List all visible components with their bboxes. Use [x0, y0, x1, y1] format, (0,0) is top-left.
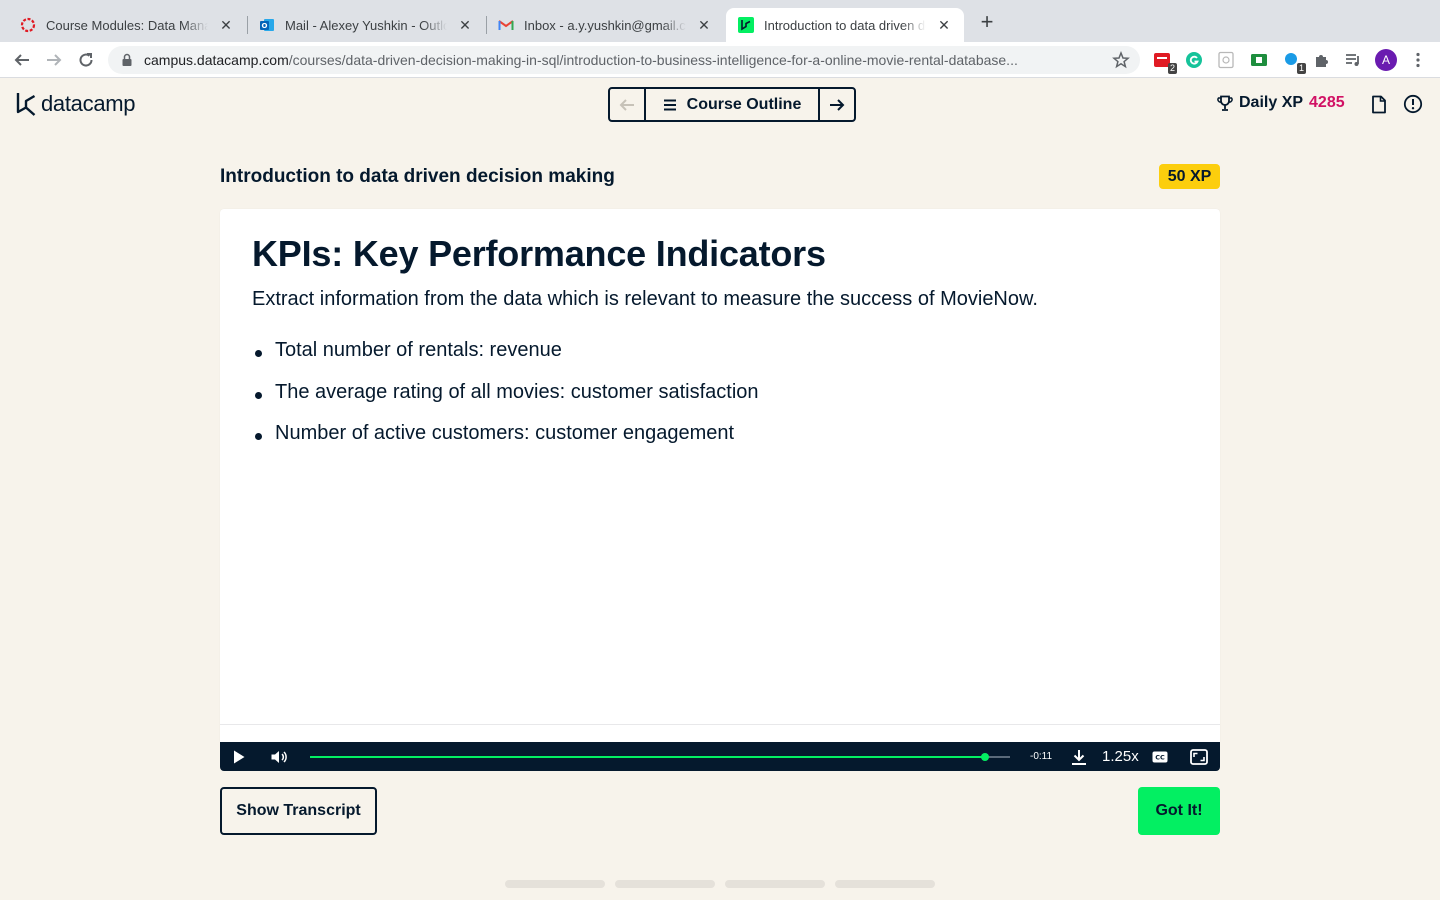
- lms-ring-icon: [20, 17, 36, 33]
- url-host: campus.datacamp.com: [144, 52, 289, 68]
- download-icon: [1072, 750, 1086, 765]
- logo-text: datacamp: [41, 91, 136, 116]
- browser-tabstrip: Course Modules: Data Manage ✕ O Mail - A…: [0, 0, 1440, 42]
- volume-icon: [271, 751, 287, 763]
- browser-tab-gmail[interactable]: Inbox - a.y.yushkin@gmail.com ✕: [486, 8, 724, 42]
- extension-sheet-icon[interactable]: [1250, 51, 1268, 69]
- hamburger-menu-icon: [663, 99, 677, 111]
- tab-title: Inbox - a.y.yushkin@gmail.com: [524, 17, 686, 33]
- arrow-left-icon: [14, 54, 29, 66]
- slide-divider: [220, 724, 1220, 725]
- datacamp-logo-icon: [16, 93, 36, 116]
- reload-button[interactable]: [74, 48, 98, 72]
- pager-segment[interactable]: [835, 880, 935, 888]
- media-queue-icon[interactable]: [1344, 51, 1362, 69]
- outlook-icon: O: [259, 17, 275, 33]
- datacamp-header: datacamp Course Outline Daily XP 4285: [0, 79, 1440, 131]
- course-outline-button[interactable]: Course Outline: [646, 89, 818, 120]
- fullscreen-button[interactable]: [1190, 748, 1208, 766]
- pager-segment[interactable]: [615, 880, 715, 888]
- grammarly-icon[interactable]: [1185, 51, 1203, 69]
- tab-title: Mail - Alexey Yushkin - Outlook: [285, 17, 447, 33]
- previous-exercise-button[interactable]: [610, 89, 646, 120]
- exercise-title: Introduction to data driven decision mak…: [220, 166, 615, 187]
- download-button[interactable]: [1070, 748, 1088, 766]
- pager-segment[interactable]: [725, 880, 825, 888]
- play-icon: [234, 750, 245, 764]
- daily-xp-label: Daily XP: [1239, 94, 1304, 111]
- document-icon: [1372, 95, 1386, 113]
- address-bar[interactable]: campus.datacamp.com /courses/data-driven…: [108, 46, 1140, 74]
- svg-text:O: O: [262, 22, 268, 30]
- close-icon[interactable]: ✕: [218, 17, 234, 33]
- lock-icon: [120, 53, 134, 67]
- extension-blue-icon[interactable]: 1: [1282, 51, 1306, 74]
- fullscreen-icon: [1190, 749, 1208, 765]
- daily-xp-value: 4285: [1309, 94, 1345, 111]
- video-progress-handle[interactable]: [980, 753, 989, 761]
- video-slide: KPIs: Key Performance Indicators Extract…: [220, 209, 1220, 742]
- tab-title: Course Modules: Data Manage: [46, 17, 208, 33]
- next-exercise-button[interactable]: [818, 89, 854, 120]
- volume-button[interactable]: [270, 748, 288, 766]
- course-outline-label: Course Outline: [686, 95, 802, 113]
- closed-captions-icon: CC: [1152, 751, 1168, 763]
- time-remaining: -0:11: [1030, 751, 1053, 762]
- arrow-left-icon: [619, 98, 634, 111]
- browser-tab-course-modules[interactable]: Course Modules: Data Manage ✕: [8, 8, 246, 42]
- extension-todo-icon[interactable]: 2: [1153, 51, 1177, 74]
- browser-tab-outlook[interactable]: O Mail - Alexey Yushkin - Outlook ✕: [247, 8, 485, 42]
- playback-speed-button[interactable]: 1.25x: [1102, 748, 1139, 765]
- forward-button[interactable]: [42, 48, 66, 72]
- close-icon[interactable]: ✕: [457, 17, 473, 33]
- kebab-menu-icon[interactable]: [1409, 51, 1427, 69]
- video-progress-fill: [310, 756, 985, 758]
- show-transcript-button[interactable]: Show Transcript: [220, 787, 377, 835]
- daily-xp[interactable]: Daily XP 4285: [1217, 94, 1345, 112]
- puzzle-extensions-icon[interactable]: [1313, 51, 1331, 69]
- slide-bullet: The average rating of all movies: custom…: [252, 381, 759, 423]
- arrow-right-icon: [830, 98, 845, 111]
- video-player-controls: -0:11 1.25x CC: [220, 742, 1220, 771]
- xp-badge: 50 XP: [1159, 164, 1220, 189]
- extension-page-icon[interactable]: [1217, 51, 1235, 69]
- arrow-right-icon: [47, 54, 62, 66]
- reload-icon: [79, 53, 93, 67]
- slide-bullet-list: Total number of rentals: revenue The ave…: [252, 339, 759, 464]
- got-it-button[interactable]: Got It!: [1138, 787, 1220, 835]
- captions-button[interactable]: CC: [1151, 748, 1169, 766]
- slide-bullet: Number of active customers: customer eng…: [252, 422, 759, 464]
- datacamp-logo[interactable]: datacamp: [15, 91, 136, 117]
- slides-document-button[interactable]: [1369, 94, 1389, 114]
- video-progress-track[interactable]: [310, 753, 1010, 761]
- report-issue-button[interactable]: [1403, 94, 1423, 114]
- slide-lead-text: Extract information from the data which …: [252, 288, 1038, 310]
- exercise-pager: [505, 880, 945, 888]
- close-icon[interactable]: ✕: [936, 17, 952, 33]
- extension-badge: 2: [1167, 63, 1177, 74]
- extension-badge: 1: [1296, 63, 1306, 74]
- slide-heading: KPIs: Key Performance Indicators: [252, 233, 826, 274]
- slide-bullet: Total number of rentals: revenue: [252, 339, 759, 381]
- course-outline-nav: Course Outline: [608, 87, 856, 122]
- browser-toolbar: campus.datacamp.com /courses/data-driven…: [0, 42, 1440, 78]
- back-button[interactable]: [10, 48, 34, 72]
- svg-text:CC: CC: [1155, 754, 1165, 762]
- profile-avatar[interactable]: A: [1375, 49, 1397, 71]
- pager-segment[interactable]: [505, 880, 605, 888]
- url-path: /courses/data-driven-decision-making-in-…: [288, 52, 1018, 68]
- trophy-icon: [1217, 95, 1233, 111]
- close-icon[interactable]: ✕: [696, 17, 712, 33]
- tab-title: Introduction to data driven dec: [764, 17, 926, 33]
- play-button[interactable]: [230, 748, 248, 766]
- alert-circle-icon: [1403, 94, 1423, 114]
- gmail-icon: [498, 17, 514, 33]
- datacamp-icon: [738, 17, 754, 33]
- browser-tab-datacamp[interactable]: Introduction to data driven dec ✕: [726, 8, 964, 42]
- bookmark-star-icon[interactable]: [1112, 50, 1130, 69]
- new-tab-button[interactable]: +: [976, 11, 998, 34]
